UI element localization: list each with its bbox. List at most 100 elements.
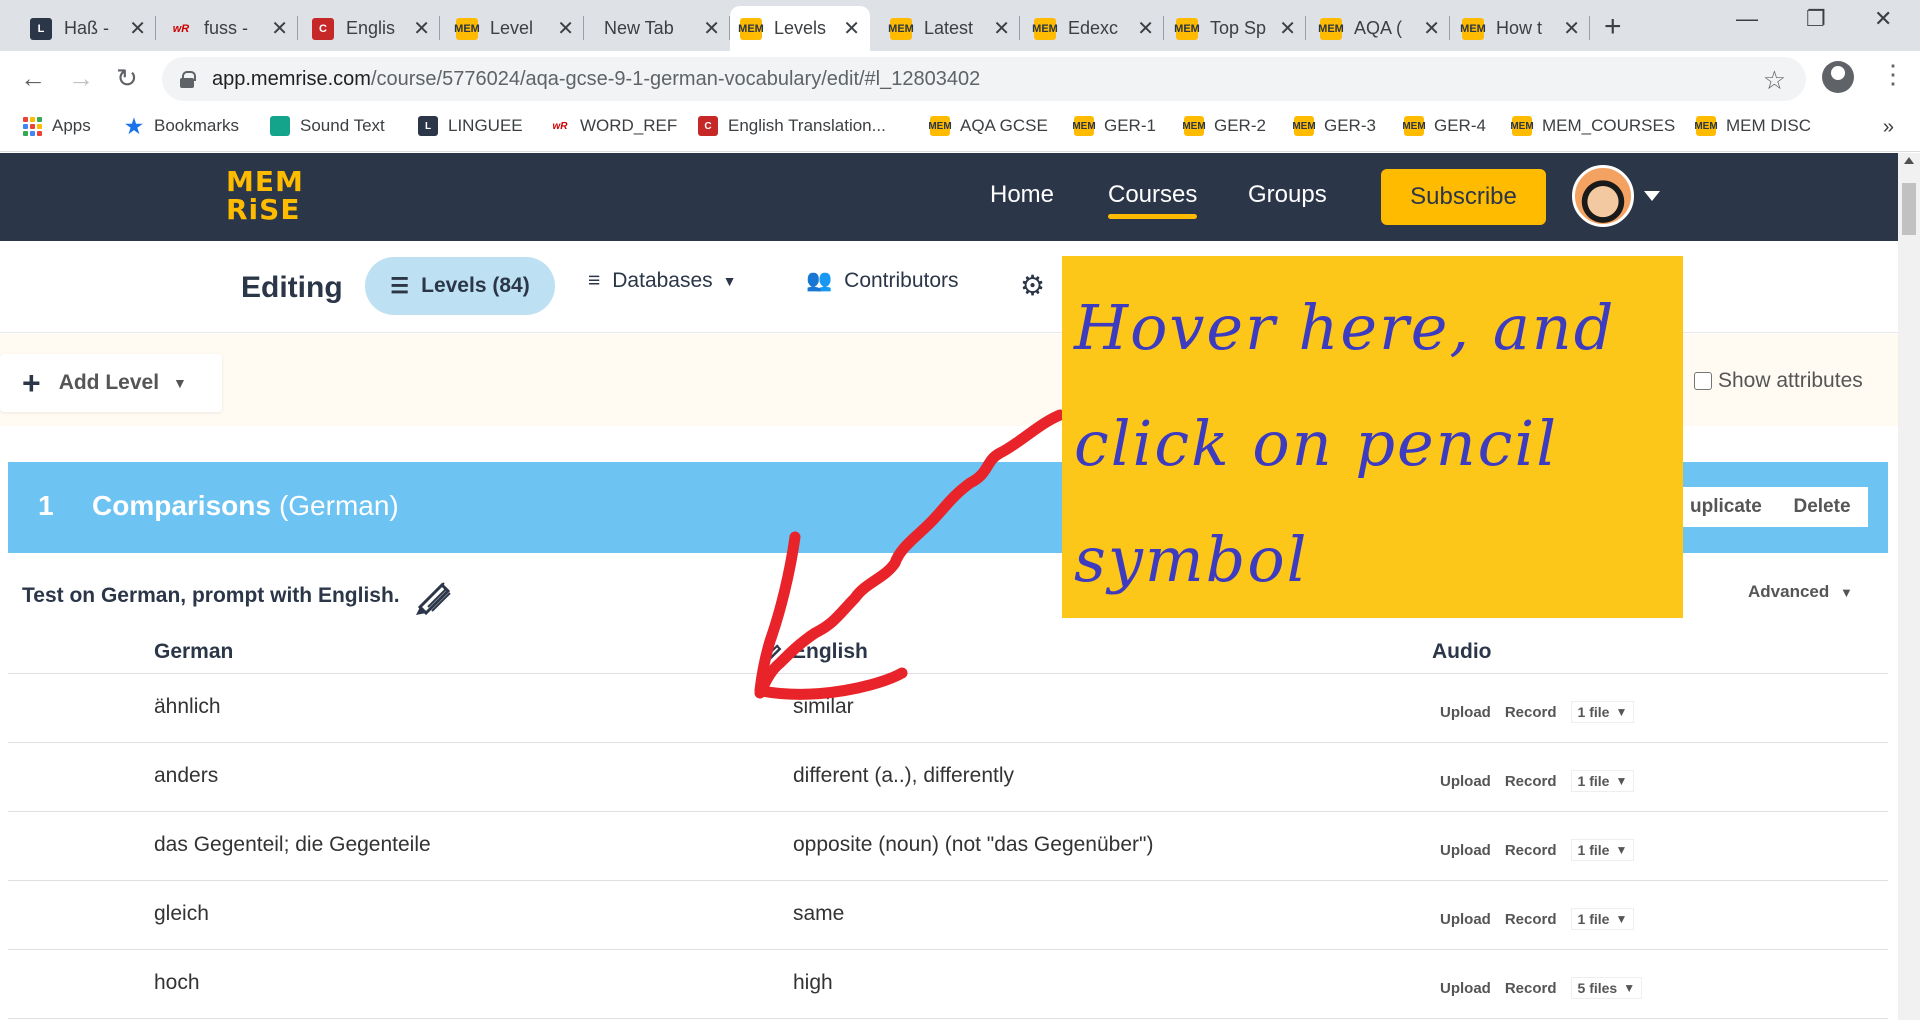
bookmark-star-icon[interactable]: ☆ <box>1763 65 1786 96</box>
bookmark-ger-1[interactable]: MEM GER-1 <box>1072 116 1156 136</box>
record-button[interactable]: Record <box>1505 704 1557 721</box>
menu-icon[interactable]: ⋮ <box>1880 59 1906 90</box>
tab-contributors[interactable]: 👥 Contributors <box>806 269 959 293</box>
pencil-icon[interactable] <box>762 642 784 662</box>
new-tab-icon[interactable]: + <box>1604 10 1622 44</box>
browser-tab[interactable]: MEM How t ✕ <box>1452 6 1590 51</box>
tab-databases[interactable]: ≡ Databases ▼ <box>588 269 737 293</box>
record-button[interactable]: Record <box>1505 773 1557 790</box>
advanced-toggle[interactable]: Advanced ▼ <box>1748 582 1853 602</box>
close-icon[interactable]: ✕ <box>1137 16 1154 41</box>
memrise-icon: MEM <box>1072 116 1096 136</box>
bookmark-linguee[interactable]: L LINGUEE <box>418 116 523 136</box>
chevron-down-icon[interactable] <box>1644 191 1660 201</box>
upload-button[interactable]: Upload <box>1440 842 1491 859</box>
close-icon[interactable]: ✕ <box>1279 16 1296 41</box>
close-icon[interactable]: ✕ <box>993 16 1010 41</box>
star-icon: ★ <box>125 115 143 138</box>
add-level-button[interactable]: + Add Level ▼ <box>0 354 222 412</box>
browser-tab[interactable]: C Englis ✕ <box>302 6 440 51</box>
close-icon[interactable]: ✕ <box>271 16 288 41</box>
english-cell[interactable]: high <box>793 971 833 995</box>
files-dropdown[interactable]: 1 file ▼ <box>1570 701 1635 723</box>
english-cell[interactable]: opposite (noun) (not "das Gegenüber") <box>793 833 1153 857</box>
pencil-icon[interactable] <box>412 577 454 615</box>
subscribe-button[interactable]: Subscribe <box>1381 169 1546 225</box>
bookmark-sound-text[interactable]: Sound Text <box>270 116 385 136</box>
avatar[interactable] <box>1572 165 1634 227</box>
record-button[interactable]: Record <box>1505 911 1557 928</box>
forward-icon[interactable]: → <box>68 63 94 94</box>
bookmark-collins[interactable]: C English Translation... <box>698 116 886 136</box>
files-dropdown[interactable]: 1 file ▼ <box>1570 839 1635 861</box>
close-icon[interactable]: ✕ <box>1423 16 1440 41</box>
upload-button[interactable]: Upload <box>1440 773 1491 790</box>
browser-tab[interactable]: MEM Latest ✕ <box>880 6 1020 51</box>
level-title[interactable]: Comparisons (German) <box>92 490 399 522</box>
browser-tab[interactable]: MEM Top Sp ✕ <box>1166 6 1306 51</box>
upload-button[interactable]: Upload <box>1440 704 1491 721</box>
bookmark-ger-3[interactable]: MEM GER-3 <box>1292 116 1376 136</box>
german-cell[interactable]: gleich <box>154 902 209 926</box>
close-icon[interactable]: ✕ <box>413 16 430 41</box>
close-icon[interactable]: ✕ <box>703 16 720 41</box>
close-icon[interactable]: ✕ <box>843 16 860 41</box>
english-cell[interactable]: same <box>793 902 844 926</box>
files-dropdown[interactable]: 1 file ▼ <box>1570 770 1635 792</box>
close-icon[interactable]: ✕ <box>1563 16 1580 41</box>
upload-button[interactable]: Upload <box>1440 980 1491 997</box>
browser-tab[interactable]: MEM Level ✕ <box>446 6 584 51</box>
restore-icon[interactable]: ❐ <box>1806 6 1826 32</box>
profile-icon[interactable] <box>1822 61 1854 93</box>
column-english[interactable]: English <box>762 640 868 664</box>
delete-button[interactable]: Delete <box>1776 487 1868 527</box>
german-cell[interactable]: das Gegenteil; die Gegenteile <box>154 833 431 857</box>
tab-title: Top Sp <box>1210 18 1267 38</box>
nav-courses[interactable]: Courses <box>1108 181 1198 219</box>
bookmark-bookmarks[interactable]: ★ Bookmarks <box>124 115 239 138</box>
scroll-thumb[interactable] <box>1902 183 1916 235</box>
browser-tab[interactable]: MEM AQA ( ✕ <box>1310 6 1450 51</box>
record-button[interactable]: Record <box>1505 842 1557 859</box>
show-attributes-checkbox[interactable]: Show attributes <box>1694 369 1863 393</box>
nav-home[interactable]: Home <box>990 181 1054 209</box>
bookmark-wordref[interactable]: wR WORD_REF <box>550 116 678 136</box>
memrise-logo[interactable]: MEM RiSE <box>226 168 304 224</box>
tab-levels[interactable]: ☰ Levels (84) <box>365 257 555 315</box>
bookmark-apps[interactable]: Apps <box>22 116 91 136</box>
german-cell[interactable]: ähnlich <box>154 695 221 719</box>
scroll-up-icon[interactable] <box>1904 157 1914 164</box>
close-icon[interactable]: ✕ <box>129 16 146 41</box>
window-close-icon[interactable]: ✕ <box>1874 6 1892 32</box>
back-icon[interactable]: ← <box>20 63 46 94</box>
files-dropdown[interactable]: 1 file ▼ <box>1570 908 1635 930</box>
english-cell[interactable]: different (a..), differently <box>793 764 1014 788</box>
english-cell[interactable]: similar <box>793 695 854 719</box>
browser-tab[interactable]: New Tab ✕ <box>592 6 730 51</box>
address-bar[interactable]: app.memrise.com/course/5776024/aqa-gcse-… <box>162 57 1806 101</box>
upload-button[interactable]: Upload <box>1440 911 1491 928</box>
tab-title: Latest <box>924 18 974 38</box>
bookmark-ger-2[interactable]: MEM GER-2 <box>1182 116 1266 136</box>
bookmark-ger-4[interactable]: MEM GER-4 <box>1402 116 1486 136</box>
german-cell[interactable]: hoch <box>154 971 200 995</box>
files-dropdown[interactable]: 5 files ▼ <box>1570 977 1643 999</box>
chevron-double-right-icon[interactable]: » <box>1883 116 1894 139</box>
nav-groups[interactable]: Groups <box>1248 181 1327 209</box>
bookmark-mem-courses[interactable]: MEM MEM_COURSES <box>1510 116 1675 136</box>
minimize-icon[interactable]: — <box>1736 6 1758 32</box>
bookmark-mem-disc[interactable]: MEM MEM DISC <box>1694 116 1811 136</box>
reload-icon[interactable]: ↻ <box>116 63 138 94</box>
browser-tab[interactable]: L Haß - ✕ <box>20 6 156 51</box>
browser-tab-active[interactable]: MEM Levels ✕ <box>730 6 870 51</box>
browser-tab[interactable]: MEM Edexc ✕ <box>1024 6 1164 51</box>
record-button[interactable]: Record <box>1505 980 1557 997</box>
tab-settings[interactable]: ⚙ <box>1020 269 1057 302</box>
bookmark-aqa-gcse[interactable]: MEM AQA GCSE <box>928 116 1048 136</box>
german-cell[interactable]: anders <box>154 764 218 788</box>
page-scrollbar[interactable] <box>1898 153 1920 1020</box>
checkbox[interactable] <box>1694 372 1712 390</box>
browser-tab[interactable]: wR fuss - ✕ <box>160 6 298 51</box>
plus-icon: + <box>22 364 41 401</box>
close-icon[interactable]: ✕ <box>557 16 574 41</box>
